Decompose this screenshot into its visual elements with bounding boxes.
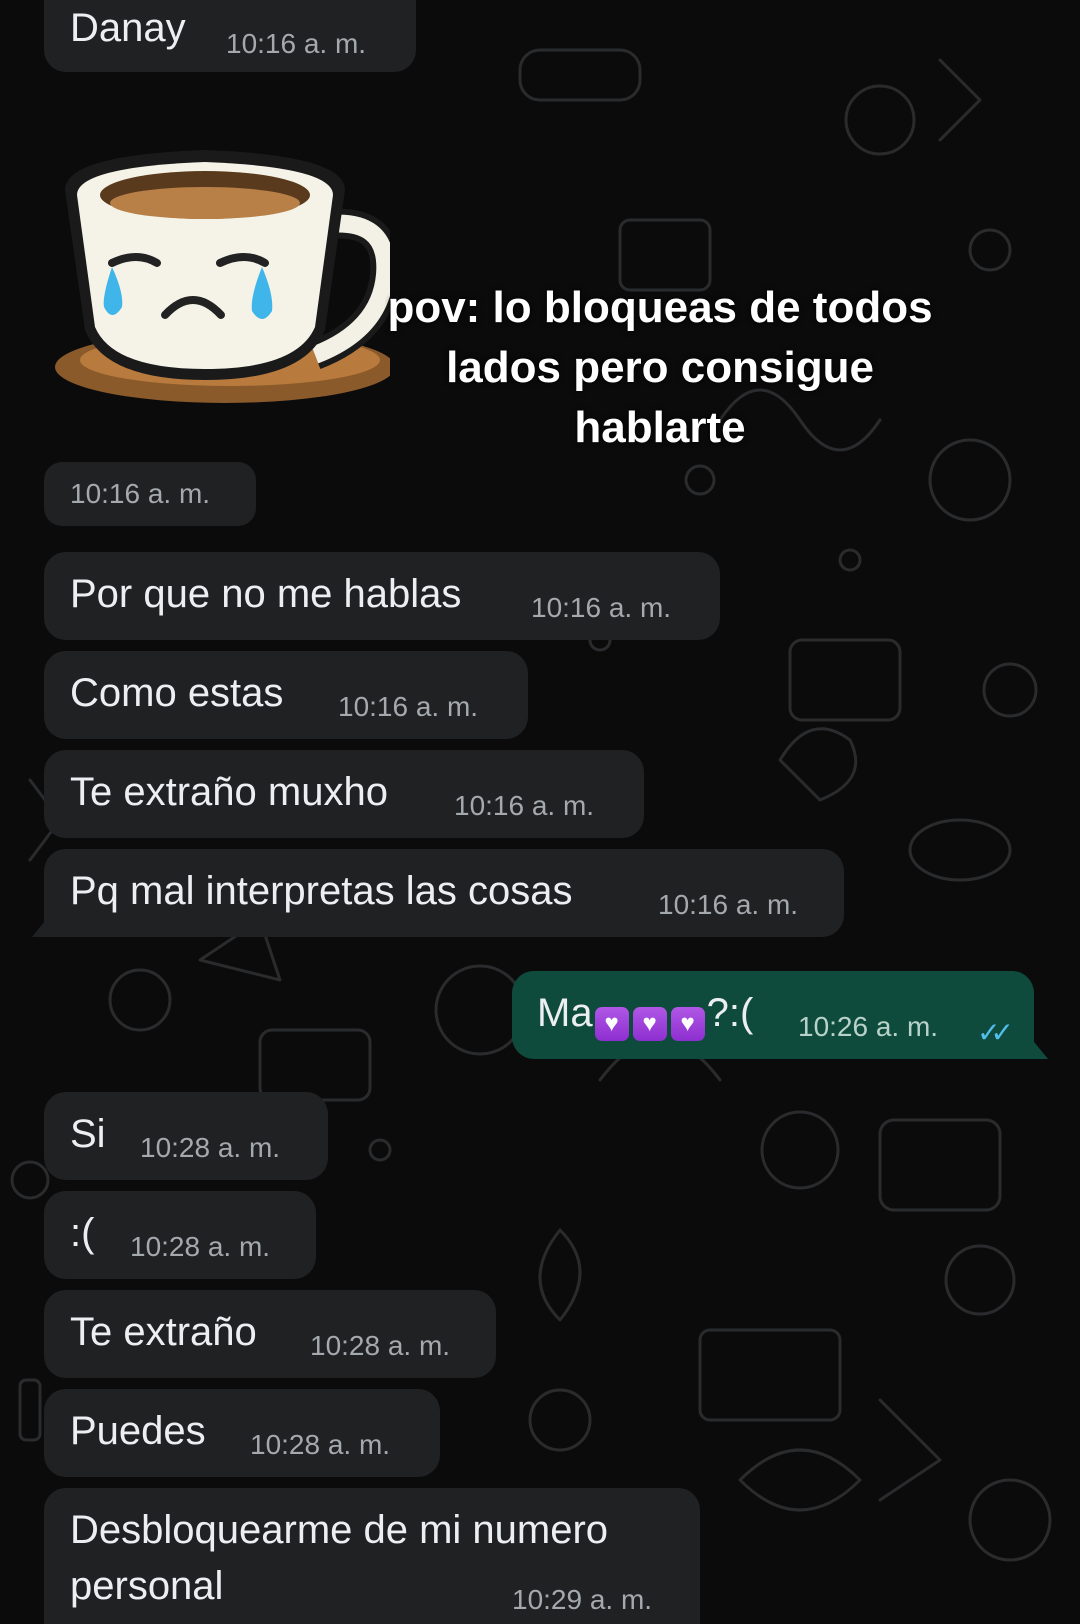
message-text: Pq mal interpretas las cosas	[70, 869, 573, 913]
message-bubble-incoming[interactable]: Por que no me hablas 10:16 a. m.	[44, 552, 720, 640]
message-time: 10:16 a. m.	[226, 28, 367, 59]
message-text: Por que no me hablas	[70, 572, 462, 616]
overlay-caption-line: lados pero consigue	[446, 343, 874, 392]
sticker-time-pill: 10:16 a. m.	[44, 462, 256, 526]
message-time: 10:28 a. m.	[310, 1330, 451, 1361]
message-text: Si	[70, 1112, 106, 1156]
message-time: 10:29 a. m.	[512, 1584, 653, 1615]
message-bubble-incoming[interactable]: :( 10:28 a. m.	[44, 1191, 316, 1279]
crying-coffee-cup-sticker	[55, 150, 401, 403]
message-text: Ma ♥ ♥ ♥ ?:(	[537, 987, 753, 1041]
chat-view[interactable]: Danay 10:16 a. m. pov: lo bloqueas de to…	[0, 0, 1080, 1624]
message-bubble-incoming[interactable]: Pq mal interpretas las cosas 10:16 a. m.	[32, 849, 844, 937]
message-bubble-incoming[interactable]: Danay 10:16 a. m.	[44, 0, 416, 72]
message-bubble-outgoing[interactable]: Ma ♥ ♥ ♥ ?:( 10:26 a. m. ✓✓	[512, 971, 1048, 1059]
message-time: 10:16 a. m.	[531, 592, 672, 623]
message-time: 10:28 a. m.	[140, 1132, 281, 1163]
message-time: 10:26 a. m.	[798, 1011, 939, 1042]
message-text: Te extraño muxho	[70, 770, 388, 814]
message-text-line: personal	[70, 1564, 224, 1608]
message-text: Puedes	[70, 1409, 206, 1453]
message-bubble-incoming[interactable]: Si 10:28 a. m.	[44, 1092, 328, 1180]
message-text: Te extraño	[70, 1310, 257, 1354]
message-bubble-incoming[interactable]: Como estas 10:16 a. m.	[44, 651, 528, 739]
purple-heart-emoji: ♥	[632, 1007, 667, 1041]
bubble-tail	[32, 915, 50, 937]
bubble-tail	[1030, 1037, 1048, 1059]
message-text-prefix: Ma	[537, 991, 593, 1035]
sticker-message[interactable]	[50, 145, 401, 430]
message-time: 10:16 a. m.	[70, 478, 211, 509]
purple-heart-emoji: ♥	[670, 1007, 705, 1041]
message-text-suffix: ?:(	[706, 991, 754, 1035]
message-time: 10:28 a. m.	[130, 1231, 271, 1262]
message-time: 10:16 a. m.	[658, 889, 799, 920]
message-bubble-incoming[interactable]: Te extraño muxho 10:16 a. m.	[44, 750, 644, 838]
message-bubble-incoming[interactable]: Desbloquearme de mi numero personal 10:2…	[44, 1488, 700, 1624]
message-time: 10:16 a. m.	[338, 691, 479, 722]
overlay-caption-line: hablarte	[574, 403, 746, 452]
message-text: Danay	[70, 6, 186, 50]
message-time: 10:28 a. m.	[250, 1429, 391, 1460]
message-text: :(	[70, 1211, 95, 1255]
purple-heart-emoji: ♥	[594, 1007, 629, 1041]
message-bubble-incoming[interactable]: Puedes 10:28 a. m.	[44, 1389, 440, 1477]
double-check-icon: ✓✓	[977, 1017, 1014, 1048]
message-bubble-incoming[interactable]: Te extraño 10:28 a. m.	[44, 1290, 496, 1378]
overlay-caption-line: pov: lo bloqueas de todos	[387, 283, 933, 332]
message-text-line: Desbloquearme de mi numero	[70, 1508, 609, 1552]
message-time: 10:16 a. m.	[454, 790, 595, 821]
message-text: Como estas	[70, 671, 284, 715]
overlay-caption: pov: lo bloqueas de todos lados pero con…	[340, 278, 980, 458]
